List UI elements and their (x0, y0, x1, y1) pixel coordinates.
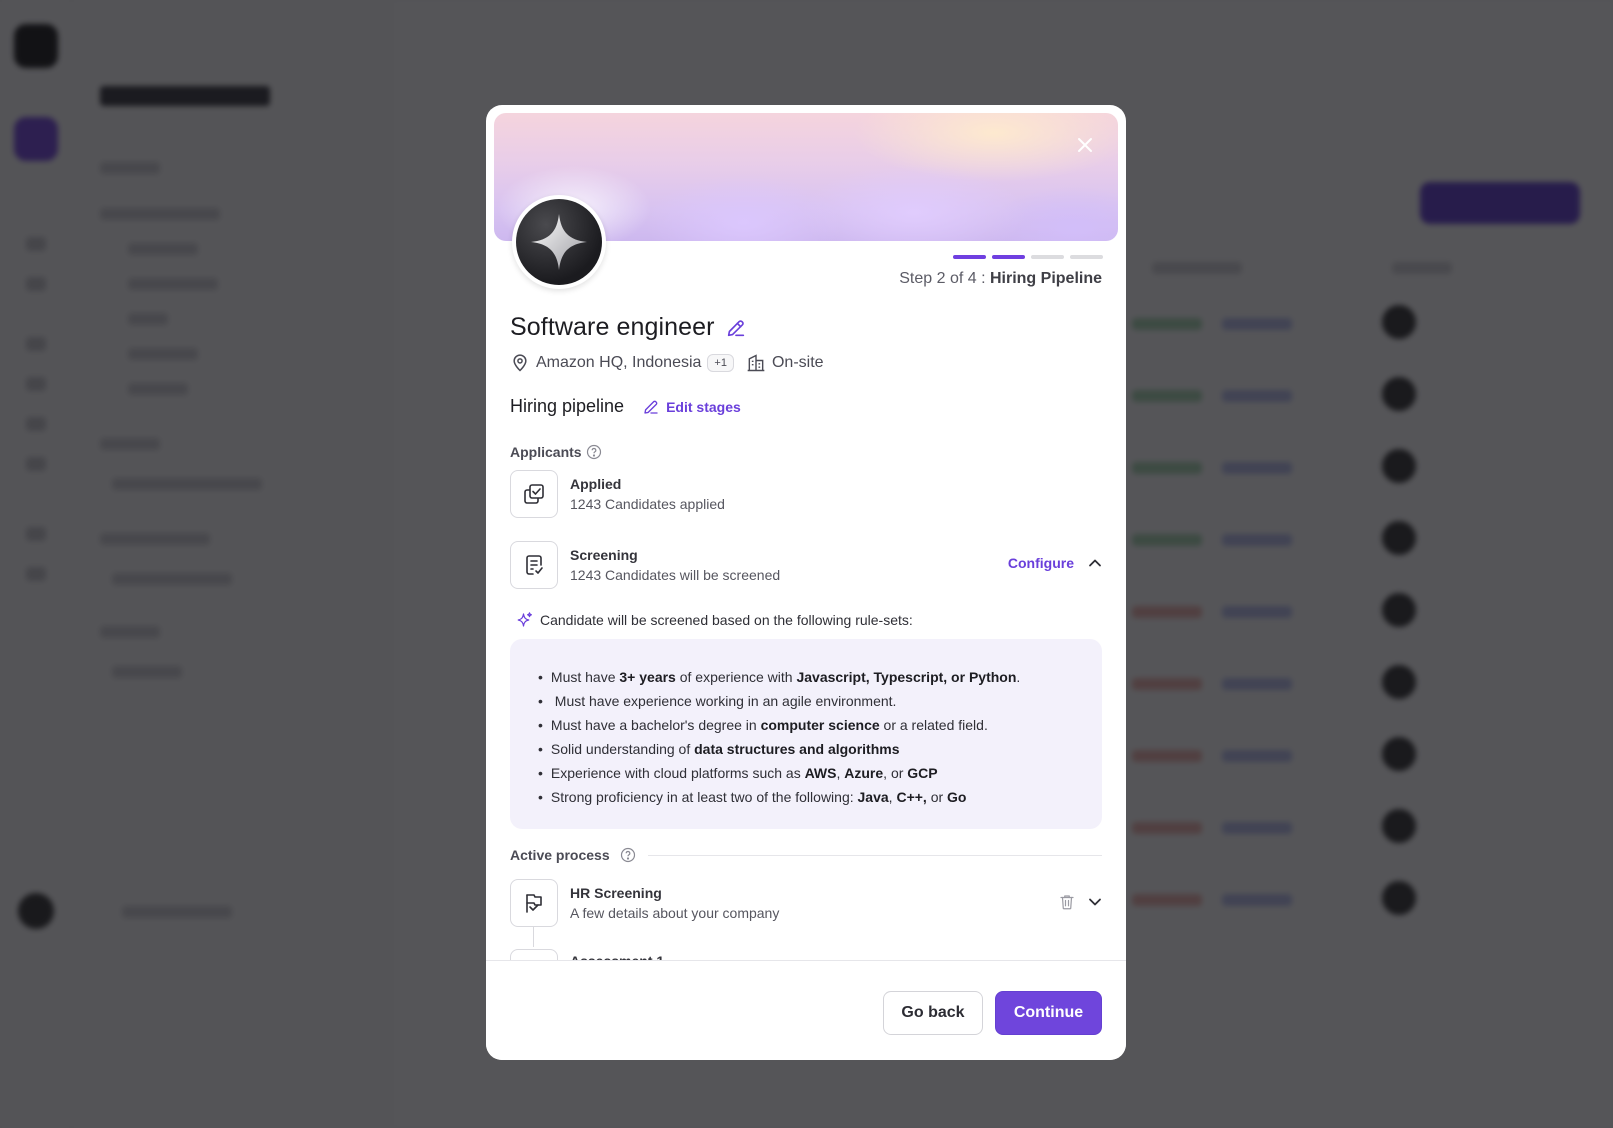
rule-item: Must have experience working in an agile… (538, 689, 1074, 713)
question-circle-icon[interactable] (620, 847, 636, 863)
divider (647, 854, 1102, 856)
step-progress (953, 255, 1103, 259)
sparkle-logo-icon (531, 214, 587, 270)
flag-icon (526, 894, 542, 913)
job-title-row: Software engineer (510, 313, 747, 342)
rule-text: Must have a bachelor's degree in (550, 717, 761, 733)
stage-applied: Applied 1243 Candidates applied (510, 470, 1102, 518)
rule-text: or a related field. (879, 717, 988, 733)
stage-screening: Screening 1243 Candidates will be screen… (510, 541, 1102, 589)
step-indicator (953, 255, 986, 259)
rule-emphasis: Go (947, 789, 967, 805)
job-meta: Amazon HQ, Indonesia +1 On-site (510, 353, 824, 373)
continue-button[interactable]: Continue (995, 991, 1102, 1035)
building-icon (747, 354, 765, 372)
stage-icon-box (510, 879, 558, 927)
pipeline-header: Hiring pipeline Edit stages (510, 396, 741, 417)
rule-emphasis: AWS (804, 765, 837, 781)
configure-button[interactable]: Configure (1008, 555, 1102, 571)
rule-item: Must have 3+ years of experience with Ja… (538, 665, 1074, 689)
rule-text: Strong proficiency in at least two of th… (550, 789, 858, 805)
step-indicator (1031, 255, 1064, 259)
stage-icon-box (510, 470, 558, 518)
rule-emphasis: computer science (760, 717, 880, 733)
map-pin-icon (513, 354, 527, 372)
pencil-icon[interactable] (725, 317, 747, 339)
modal-footer: Go back Continue (486, 960, 1126, 1060)
rules-list: Must have 3+ years of experience with Ja… (538, 665, 1074, 809)
rule-text: , or (883, 765, 908, 781)
stage-subtitle: 1243 Candidates will be screened (570, 567, 781, 583)
rule-emphasis: 3+ years (619, 669, 676, 685)
rule-emphasis: data structures and algorithms (694, 741, 900, 757)
stage-subtitle: 1243 Candidates applied (570, 496, 725, 512)
rule-emphasis: GCP (907, 765, 938, 781)
step-label: Step 2 of 4 : Hiring Pipeline (899, 270, 1102, 288)
stage-title: Applied (570, 476, 622, 492)
rule-item: Solid understanding of data structures a… (538, 737, 1074, 761)
rule-text: Must have (550, 669, 620, 685)
question-circle-icon[interactable] (586, 444, 602, 460)
applicants-label: Applicants (510, 444, 602, 460)
job-title: Software engineer (510, 313, 715, 341)
rule-text: . (1016, 669, 1021, 685)
company-logo (512, 195, 606, 289)
rule-text: or (926, 789, 948, 805)
step-indicator (992, 255, 1025, 259)
stage-icon-box (510, 541, 558, 589)
work-type: On-site (771, 354, 824, 371)
pencil-icon (644, 400, 658, 414)
rule-emphasis: C++, (896, 789, 927, 805)
step-count: Step 2 of 4 : (899, 270, 990, 287)
edit-stages-button[interactable]: Edit stages (642, 398, 741, 416)
stage-title: Screening (570, 547, 638, 563)
rule-text: Must have experience working in an agile… (550, 693, 897, 709)
rules-box: Must have 3+ years of experience with Ja… (510, 639, 1102, 829)
process-subtitle: A few details about your company (570, 905, 780, 921)
applicants-text: Applicants (510, 444, 582, 460)
hiring-pipeline-modal: Step 2 of 4 : Hiring Pipeline Software e… (486, 105, 1126, 1060)
location-more-chip[interactable]: +1 (707, 354, 734, 372)
go-back-button[interactable]: Go back (883, 991, 983, 1035)
checked-copies-icon (524, 484, 544, 504)
job-location: Amazon HQ, Indonesia (536, 354, 702, 371)
rules-intro: Candidate will be screened based on the … (516, 611, 913, 629)
active-process-header: Active process (510, 847, 1102, 863)
configure-label: Configure (1007, 555, 1074, 571)
rule-item: Experience with cloud platforms such as … (538, 761, 1074, 785)
rule-emphasis: Azure (844, 765, 884, 781)
sparkle-icon (517, 612, 532, 627)
close-button[interactable] (1071, 131, 1099, 159)
edit-stages-label: Edit stages (666, 398, 741, 415)
process-hr-screening[interactable]: HR Screening A few details about your co… (510, 879, 1102, 927)
rule-emphasis: Java (857, 789, 889, 805)
section-title: Hiring pipeline (510, 396, 625, 416)
rule-text: Solid understanding of (550, 741, 695, 757)
rule-item: Strong proficiency in at least two of th… (538, 785, 1074, 809)
step-indicator (1070, 255, 1103, 259)
process-title: HR Screening (570, 885, 662, 901)
step-name: Hiring Pipeline (989, 270, 1102, 287)
chevron-down-icon[interactable] (1088, 895, 1102, 909)
trash-icon[interactable] (1058, 893, 1076, 911)
active-process-label: Active process (510, 847, 610, 863)
rule-emphasis: Javascript, Typescript, or Python (796, 669, 1017, 685)
process-connector (533, 927, 534, 947)
rule-text: of experience with (675, 669, 797, 685)
close-icon (1078, 138, 1092, 152)
rules-intro-text: Candidate will be screened based on the … (540, 612, 913, 628)
chevron-up-icon (1089, 559, 1101, 567)
rule-text: Experience with cloud platforms such as (550, 765, 805, 781)
checklist-document-icon (526, 555, 543, 575)
process-actions (1058, 893, 1102, 911)
rule-item: Must have a bachelor's degree in compute… (538, 713, 1074, 737)
